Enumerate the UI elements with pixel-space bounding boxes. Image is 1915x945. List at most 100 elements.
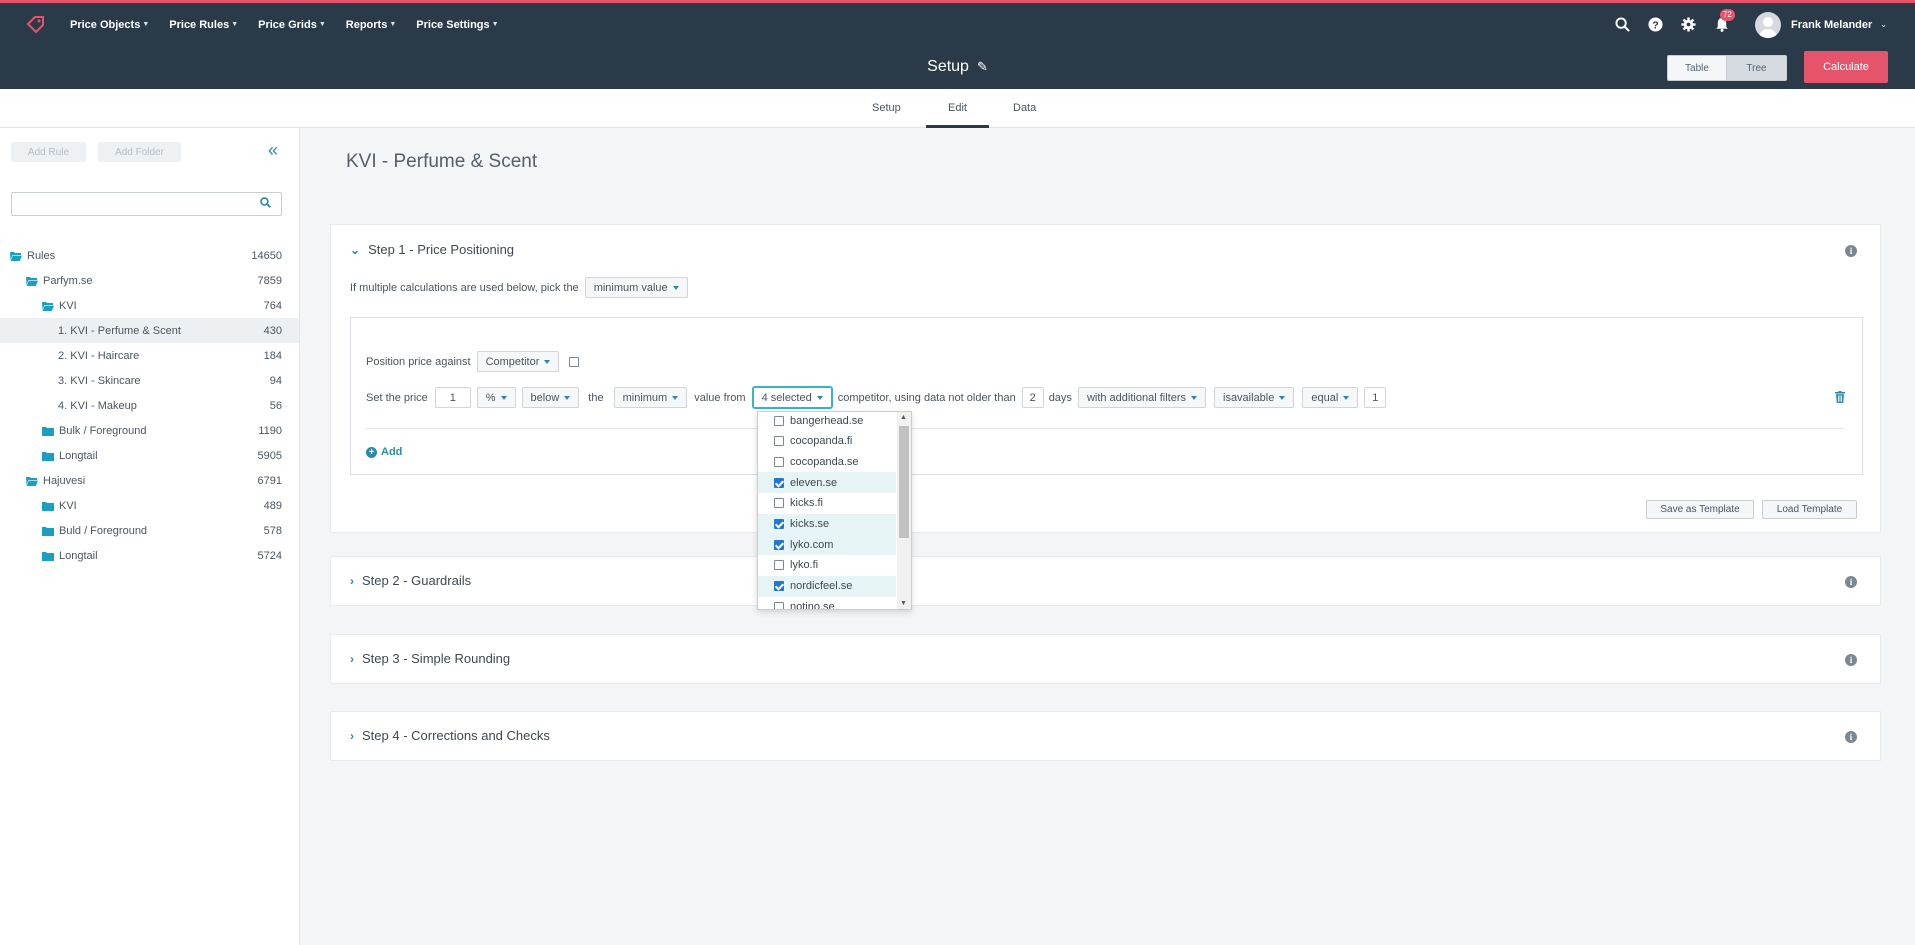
logo-tag-icon[interactable] bbox=[20, 14, 50, 36]
tab-data[interactable]: Data bbox=[1013, 102, 1036, 114]
tree-item[interactable]: 2. KVI - Haircare 184 bbox=[0, 343, 299, 368]
competitor-checkbox[interactable] bbox=[774, 581, 784, 592]
competitor-option[interactable]: lyko.com bbox=[758, 534, 896, 556]
position-select[interactable]: Competitor bbox=[476, 351, 560, 372]
tree-item-label: 4. KVI - Makeup bbox=[58, 399, 137, 412]
tree-item-label: 3. KVI - Skincare bbox=[58, 374, 141, 387]
scrollbar[interactable]: ▲ ▼ bbox=[897, 412, 911, 609]
competitor-checkbox[interactable] bbox=[774, 415, 784, 426]
menu-reports[interactable]: Reports ▼ bbox=[346, 19, 397, 31]
competitor-option[interactable]: lyko.fi bbox=[758, 555, 896, 576]
scroll-up-icon[interactable]: ▲ bbox=[900, 414, 907, 421]
info-icon[interactable]: i bbox=[1845, 654, 1857, 666]
tree-item-label: Bulk / Foreground bbox=[59, 424, 147, 437]
add-calculation-button[interactable]: + Add bbox=[366, 446, 402, 458]
search-icon[interactable] bbox=[1614, 16, 1632, 34]
select-value: Competitor bbox=[485, 355, 540, 368]
competitor-checkbox[interactable] bbox=[774, 539, 784, 550]
view-toggle: Table Tree bbox=[1667, 55, 1787, 81]
competitor-checkbox[interactable] bbox=[774, 436, 784, 447]
step3-header[interactable]: › Step 3 - Simple Rounding bbox=[350, 651, 510, 666]
tree-item-label: Parfym.se bbox=[43, 274, 93, 287]
select-value: minimum value bbox=[593, 281, 668, 294]
days-input[interactable]: 2 bbox=[1021, 387, 1044, 408]
menu-price-grids[interactable]: Price Grids ▼ bbox=[258, 19, 326, 31]
tree-item[interactable]: 4. KVI - Makeup 56 bbox=[0, 393, 299, 418]
competitor-checkbox[interactable] bbox=[774, 456, 784, 467]
help-icon[interactable]: ? bbox=[1647, 16, 1665, 34]
tree-item[interactable]: Hajuvesi 6791 bbox=[0, 468, 299, 493]
chevron-down-icon: ▼ bbox=[491, 21, 499, 28]
tree-item[interactable]: Longtail 5905 bbox=[0, 443, 299, 468]
direction-select[interactable]: below bbox=[521, 387, 580, 408]
tree-item[interactable]: Rules 14650 bbox=[0, 243, 299, 268]
tab-edit[interactable]: Edit bbox=[926, 102, 989, 128]
avatar[interactable] bbox=[1754, 11, 1781, 38]
menu-price-settings[interactable]: Price Settings ▼ bbox=[416, 19, 498, 31]
caret-down-icon bbox=[1343, 395, 1350, 400]
gear-icon[interactable] bbox=[1680, 16, 1698, 34]
competitor-checkbox[interactable] bbox=[774, 498, 784, 509]
tree-item[interactable]: Buld / Foreground 578 bbox=[0, 518, 299, 543]
competitor-option[interactable]: eleven.se bbox=[758, 472, 896, 494]
multiple-calc-select[interactable]: minimum value bbox=[584, 277, 688, 298]
sidebar-search-input[interactable] bbox=[11, 192, 282, 216]
folder-icon bbox=[42, 501, 54, 511]
filter-field-select[interactable]: isavailable bbox=[1214, 387, 1295, 408]
pencil-icon[interactable]: ✎ bbox=[977, 59, 988, 74]
scroll-down-icon[interactable]: ▼ bbox=[900, 600, 907, 607]
step2-header[interactable]: › Step 2 - Guardrails bbox=[350, 573, 471, 588]
amount-input[interactable]: 1 bbox=[434, 387, 471, 408]
tab-setup[interactable]: Setup bbox=[872, 102, 901, 114]
info-icon[interactable]: i bbox=[1845, 731, 1857, 743]
competitor-label: kicks.se bbox=[790, 518, 830, 530]
add-folder-button[interactable]: Add Folder bbox=[98, 142, 181, 162]
competitor-option[interactable]: kicks.fi bbox=[758, 493, 896, 514]
chevron-down-icon[interactable]: ⌄ bbox=[1880, 20, 1887, 29]
step1-header[interactable]: ⌄ Step 1 - Price Positioning bbox=[350, 242, 514, 257]
competitor-checkbox[interactable] bbox=[774, 601, 784, 609]
user-name[interactable]: Frank Melander bbox=[1791, 19, 1872, 31]
competitor-option[interactable]: cocopanda.se bbox=[758, 451, 896, 472]
unit-select[interactable]: % bbox=[476, 387, 516, 408]
bell-icon[interactable]: 72 bbox=[1713, 8, 1735, 34]
info-icon[interactable]: i bbox=[1845, 576, 1857, 588]
save-template-button[interactable]: Save as Template bbox=[1646, 500, 1754, 519]
chevron-down-icon: ▼ bbox=[142, 21, 150, 28]
competitor-option[interactable]: bangerhead.se bbox=[758, 412, 896, 431]
step4-header[interactable]: › Step 4 - Corrections and Checks bbox=[350, 728, 550, 743]
filter-op-select[interactable]: equal bbox=[1302, 387, 1359, 408]
filter-mode-select[interactable]: with additional filters bbox=[1077, 387, 1206, 408]
filter-value-input[interactable]: 1 bbox=[1364, 387, 1387, 408]
collapse-sidebar-icon[interactable]: « bbox=[268, 141, 278, 159]
aggregation-select[interactable]: minimum bbox=[613, 387, 688, 408]
folder-icon bbox=[42, 526, 54, 536]
tree-item[interactable]: 3. KVI - Skincare 94 bbox=[0, 368, 299, 393]
load-template-button[interactable]: Load Template bbox=[1762, 500, 1857, 519]
tree-item[interactable]: KVI 764 bbox=[0, 293, 299, 318]
tree-item[interactable]: Longtail 5724 bbox=[0, 543, 299, 568]
add-rule-button[interactable]: Add Rule bbox=[11, 142, 86, 162]
tree-view-button[interactable]: Tree bbox=[1727, 55, 1787, 81]
competitor-option[interactable]: nordicfeel.se bbox=[758, 575, 896, 597]
competitor-option[interactable]: cocopanda.fi bbox=[758, 431, 896, 452]
competitor-option[interactable]: notino.se bbox=[758, 596, 896, 609]
tree-item[interactable]: 1. KVI - Perfume & Scent 430 bbox=[0, 318, 299, 343]
competitor-checkbox[interactable] bbox=[774, 477, 784, 488]
table-view-button[interactable]: Table bbox=[1667, 55, 1727, 81]
calculate-button[interactable]: Calculate bbox=[1804, 51, 1888, 83]
tree-item[interactable]: Parfym.se 7859 bbox=[0, 268, 299, 293]
competitor-checkbox[interactable] bbox=[774, 519, 784, 529]
scrollbar-thumb[interactable] bbox=[899, 426, 909, 538]
tree-item[interactable]: Bulk / Foreground 1190 bbox=[0, 418, 299, 443]
menu-price-rules[interactable]: Price Rules ▼ bbox=[169, 19, 238, 31]
competitor-option[interactable]: kicks.se bbox=[758, 513, 896, 535]
info-icon[interactable]: i bbox=[1845, 245, 1857, 257]
trash-icon[interactable] bbox=[1835, 391, 1845, 406]
tree-item-count: 94 bbox=[269, 374, 282, 387]
tree-item[interactable]: KVI 489 bbox=[0, 493, 299, 518]
competitor-multiselect[interactable]: 4 selected bbox=[752, 387, 832, 408]
competitor-checkbox[interactable] bbox=[774, 560, 784, 571]
position-checkbox[interactable] bbox=[569, 356, 580, 367]
menu-price-objects[interactable]: Price Objects ▼ bbox=[70, 19, 149, 31]
